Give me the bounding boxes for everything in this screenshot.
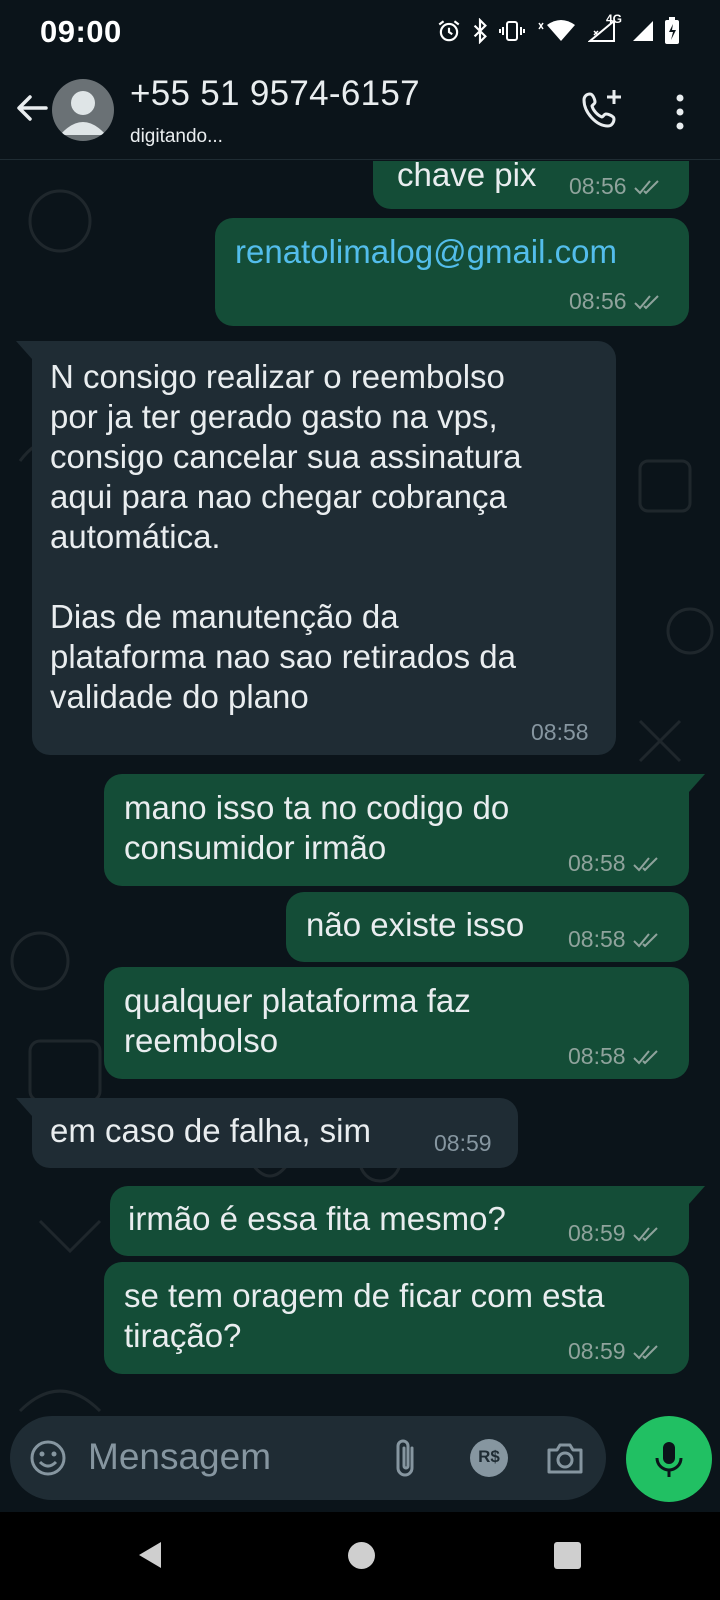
message-text: chave pix [397, 161, 537, 193]
chat-header: +55 51 9574-6157 digitando... [0, 60, 720, 160]
network-type-label: 4G [605, 12, 622, 26]
message-bubble-outgoing[interactable]: qualquer plataforma faz reembolso 08:58 [104, 967, 689, 1079]
nav-back-icon[interactable] [137, 1540, 163, 1575]
add-call-icon[interactable] [580, 88, 626, 134]
vibrate-icon [498, 18, 526, 44]
chat-area[interactable]: chave pix 08:56 renatolimalog@gmail.com … [0, 161, 720, 1504]
status-bar: 09:00 4G [0, 0, 720, 60]
message-text: não existe isso [306, 906, 525, 943]
message-text: qualquer plataforma faz reembolso [124, 982, 471, 1059]
message-time: 08:58 [568, 1043, 626, 1069]
message-meta: 08:58 [568, 926, 660, 953]
message-link[interactable]: renatolimalog@gmail.com [235, 232, 617, 272]
nav-home-icon[interactable] [348, 1542, 375, 1569]
message-input[interactable]: Mensagem [88, 1436, 271, 1478]
read-receipt-icon [632, 1344, 658, 1359]
message-time: 08:58 [531, 719, 589, 745]
message-meta: 08:59 [434, 1130, 492, 1157]
message-text: irmão é essa fita mesmo? [128, 1200, 506, 1237]
pix-label: R$ [478, 1447, 500, 1466]
read-receipt-icon [632, 856, 658, 871]
message-time: 08:56 [569, 173, 627, 199]
read-receipt-icon [632, 1049, 658, 1064]
camera-icon[interactable] [545, 1438, 585, 1478]
bubble-tail [689, 1186, 705, 1204]
read-receipt-icon [633, 179, 659, 194]
message-time: 08:59 [568, 1338, 626, 1364]
wifi-icon [535, 18, 579, 44]
back-arrow-icon[interactable] [12, 88, 52, 128]
message-meta: 08:56 [569, 288, 661, 315]
message-meta: 08:58 [568, 850, 660, 877]
read-receipt-icon [632, 1226, 658, 1241]
avatar-icon[interactable] [52, 79, 114, 141]
message-time: 08:56 [569, 288, 627, 314]
attach-icon[interactable] [388, 1436, 424, 1480]
nav-recents-icon[interactable] [554, 1542, 581, 1569]
system-nav-bar [0, 1512, 720, 1600]
mic-icon [655, 1442, 683, 1477]
bubble-tail [16, 1098, 32, 1116]
message-bubble-outgoing[interactable]: irmão é essa fita mesmo? 08:59 [110, 1186, 689, 1256]
more-vert-icon[interactable] [660, 90, 700, 134]
message-meta: 08:56 [569, 173, 661, 200]
message-bubble-outgoing[interactable]: renatolimalog@gmail.com 08:56 [215, 218, 689, 326]
status-icons: 4G [436, 12, 680, 46]
message-bubble-incoming[interactable]: em caso de falha, sim 08:59 [32, 1098, 518, 1168]
message-bubble-outgoing[interactable]: mano isso ta no codigo do consumidor irm… [104, 774, 689, 886]
message-text: mano isso ta no codigo do consumidor irm… [124, 789, 510, 866]
message-meta: 08:59 [568, 1220, 660, 1247]
message-text: se tem oragem de ficar com esta tiração? [124, 1277, 605, 1354]
mic-button[interactable] [626, 1416, 712, 1502]
alarm-icon [436, 18, 462, 44]
message-time: 08:58 [568, 850, 626, 876]
status-time: 09:00 [40, 14, 122, 49]
read-receipt-icon [633, 294, 659, 309]
contact-name[interactable]: +55 51 9574-6157 [130, 74, 420, 114]
bluetooth-icon [471, 18, 489, 44]
message-meta: 08:58 [531, 719, 589, 746]
message-bubble-outgoing[interactable]: chave pix 08:56 [373, 161, 689, 209]
bubble-tail [16, 341, 32, 359]
message-time: 08:58 [568, 926, 626, 952]
read-receipt-icon [632, 932, 658, 947]
bubble-tail [689, 774, 705, 792]
message-text: N consigo realizar o reembolso por ja te… [50, 358, 522, 715]
typing-status: digitando... [130, 126, 223, 147]
message-bubble-outgoing[interactable]: se tem oragem de ficar com esta tiração?… [104, 1262, 689, 1374]
message-meta: 08:58 [568, 1043, 660, 1070]
battery-icon [664, 17, 680, 45]
emoji-icon[interactable] [28, 1438, 68, 1478]
message-bubble-outgoing[interactable]: não existe isso 08:58 [286, 892, 689, 962]
message-time: 08:59 [568, 1220, 626, 1246]
pix-payment-icon[interactable]: R$ [468, 1437, 510, 1479]
signal-bars-icon [631, 18, 655, 44]
message-bubble-incoming[interactable]: N consigo realizar o reembolso por ja te… [32, 341, 616, 755]
message-meta: 08:59 [568, 1338, 660, 1365]
message-composer[interactable]: Mensagem R$ [10, 1416, 606, 1500]
message-time: 08:59 [434, 1130, 492, 1156]
signal-icon: 4G [588, 12, 622, 44]
message-text: em caso de falha, sim [50, 1112, 371, 1149]
